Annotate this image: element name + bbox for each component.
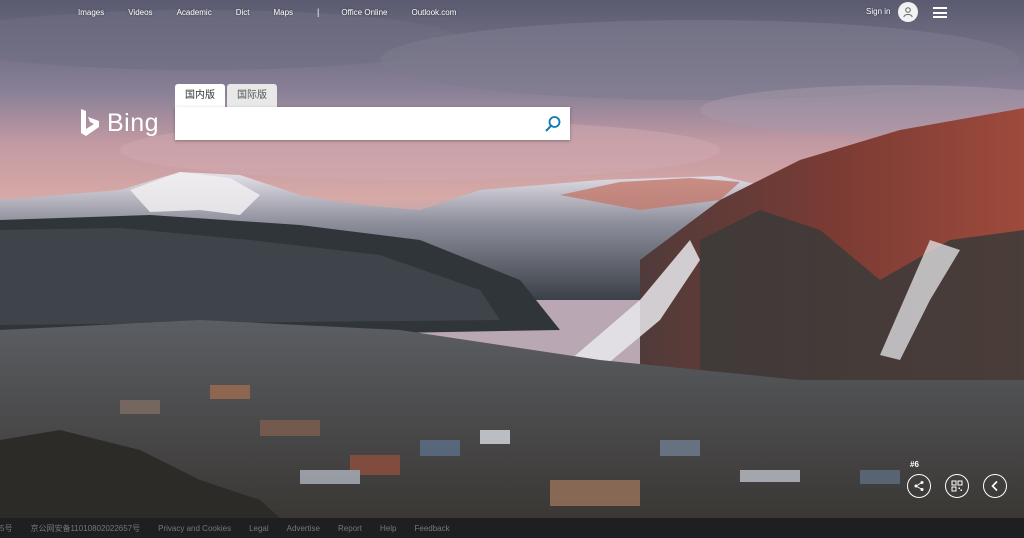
user-icon: [903, 7, 913, 18]
top-navigation: Images Videos Academic Dict Maps | Offic…: [0, 0, 1024, 26]
bing-logo-icon: [81, 109, 99, 136]
share-button[interactable]: [907, 474, 931, 498]
background-image: [0, 0, 1024, 518]
footer-public-security-record[interactable]: 京公网安备11010802022657号: [30, 523, 140, 534]
nav-link-images[interactable]: Images: [78, 8, 104, 17]
footer: 5号 京公网安备11010802022657号 Privacy and Cook…: [0, 518, 1024, 538]
previous-image-button[interactable]: [983, 474, 1007, 498]
share-icon: [914, 481, 924, 491]
search-icon: [545, 116, 561, 132]
bing-logo[interactable]: Bing: [79, 108, 159, 138]
menu-icon[interactable]: [933, 7, 947, 18]
signin-link[interactable]: Sign in: [866, 7, 890, 16]
footer-link-advertise[interactable]: Advertise: [287, 524, 320, 533]
nav-link-office-online[interactable]: Office Online: [341, 8, 387, 17]
footer-link-report[interactable]: Report: [338, 524, 362, 533]
nav-link-videos[interactable]: Videos: [128, 8, 152, 17]
image-count-badge: #6: [910, 460, 919, 469]
nav-links: Images Videos Academic Dict Maps | Offic…: [78, 7, 480, 17]
nav-link-outlook[interactable]: Outlook.com: [411, 8, 456, 17]
search-input[interactable]: [181, 111, 535, 137]
footer-link-privacy[interactable]: Privacy and Cookies: [158, 524, 231, 533]
qr-code-button[interactable]: [945, 474, 969, 498]
tab-international[interactable]: 国际版: [227, 84, 277, 107]
search-button[interactable]: [544, 115, 562, 133]
footer-link-help[interactable]: Help: [380, 524, 396, 533]
tab-domestic[interactable]: 国内版: [175, 84, 225, 107]
nav-link-maps[interactable]: Maps: [273, 8, 293, 17]
previous-icon: [991, 480, 998, 492]
search-box: [175, 107, 570, 140]
nav-link-academic[interactable]: Academic: [177, 8, 212, 17]
avatar[interactable]: [898, 2, 918, 22]
market-tabs: 国内版 国际版: [175, 84, 277, 107]
footer-icp-fragment: 5号: [0, 523, 13, 533]
footer-link-feedback[interactable]: Feedback: [414, 524, 449, 533]
nav-separator: |: [317, 7, 320, 17]
logo-text: Bing: [107, 108, 160, 137]
nav-link-dict[interactable]: Dict: [236, 8, 250, 17]
footer-link-legal[interactable]: Legal: [249, 524, 269, 533]
qr-code-icon: [951, 480, 963, 492]
